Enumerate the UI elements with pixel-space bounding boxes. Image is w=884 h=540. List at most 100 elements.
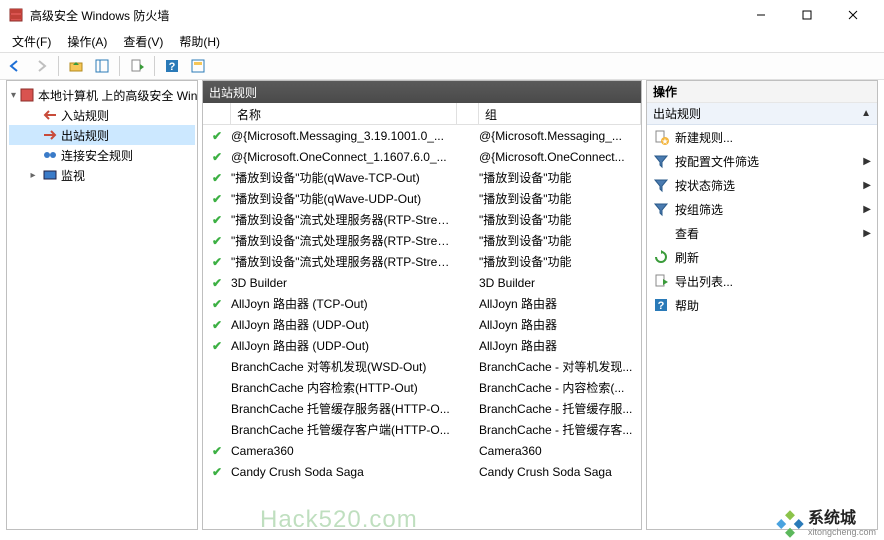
column-headers[interactable]: 名称 组 bbox=[203, 103, 641, 125]
action-filter-profile[interactable]: 按配置文件筛选 ▶ bbox=[647, 149, 877, 173]
rule-group: AllJoyn 路由器 bbox=[479, 337, 641, 354]
menu-view[interactable]: 查看(V) bbox=[115, 31, 171, 52]
enabled-icon: ✔ bbox=[203, 339, 231, 353]
menu-bar: 文件(F) 操作(A) 查看(V) 帮助(H) bbox=[0, 30, 884, 52]
enabled-icon: ✔ bbox=[203, 192, 231, 206]
enabled-icon: ✔ bbox=[203, 234, 231, 248]
chevron-right-icon: ▶ bbox=[863, 228, 871, 239]
action-view[interactable]: 查看 ▶ bbox=[647, 221, 877, 245]
firewall-icon bbox=[19, 87, 35, 103]
svg-text:★: ★ bbox=[661, 137, 668, 145]
rules-list[interactable]: ✔@{Microsoft.Messaging_3.19.1001.0_...@{… bbox=[203, 125, 641, 529]
filter-icon bbox=[653, 201, 669, 217]
rule-name: BranchCache 托管缓存客户端(HTTP-O... bbox=[231, 421, 457, 438]
action-refresh[interactable]: 刷新 bbox=[647, 245, 877, 269]
rule-row[interactable]: ✔"播放到设备"功能(qWave-UDP-Out)"播放到设备"功能 bbox=[203, 188, 641, 209]
rule-row[interactable]: ✔Candy Crush Soda SagaCandy Crush Soda S… bbox=[203, 461, 641, 482]
scope-tree[interactable]: ▾ 本地计算机 上的高级安全 Win 入站规则 出站规则 连接安全规则 ▸ 监视 bbox=[6, 80, 198, 530]
rule-name: "播放到设备"流式处理服务器(RTP-Strea... bbox=[231, 211, 457, 228]
export-button[interactable] bbox=[126, 55, 148, 77]
tree-outbound[interactable]: 出站规则 bbox=[9, 125, 195, 145]
rule-group: AllJoyn 路由器 bbox=[479, 295, 641, 312]
rule-row[interactable]: ✔AllJoyn 路由器 (UDP-Out) AllJoyn 路由器 bbox=[203, 335, 641, 356]
rule-name: "播放到设备"功能(qWave-TCP-Out) bbox=[231, 169, 457, 186]
forward-button[interactable] bbox=[30, 55, 52, 77]
rule-name: "播放到设备"流式处理服务器(RTP-Strea... bbox=[231, 232, 457, 249]
menu-action[interactable]: 操作(A) bbox=[59, 31, 115, 52]
rule-row[interactable]: BranchCache 托管缓存服务器(HTTP-O... BranchCache… bbox=[203, 398, 641, 419]
maximize-button[interactable] bbox=[784, 0, 830, 30]
rule-group: BranchCache - 内容检索(... bbox=[479, 379, 641, 396]
rule-row[interactable]: BranchCache 对等机发现(WSD-Out)BranchCache - … bbox=[203, 356, 641, 377]
show-tree-button[interactable] bbox=[91, 55, 113, 77]
help-icon: ? bbox=[653, 297, 669, 313]
properties-button[interactable] bbox=[187, 55, 209, 77]
action-new-rule[interactable]: ★ 新建规则... bbox=[647, 125, 877, 149]
rule-group: AllJoyn 路由器 bbox=[479, 316, 641, 333]
toolbar: ? bbox=[0, 52, 884, 80]
rule-group: @{Microsoft.OneConnect... bbox=[479, 150, 641, 164]
filter-icon bbox=[653, 177, 669, 193]
back-button[interactable] bbox=[4, 55, 26, 77]
rule-group: BranchCache - 对等机发现... bbox=[479, 358, 641, 375]
rules-panel: 出站规则 名称 组 ✔@{Microsoft.Messaging_3.19.10… bbox=[202, 80, 642, 530]
inbound-icon bbox=[42, 107, 58, 123]
rule-row[interactable]: ✔"播放到设备"流式处理服务器(RTP-Strea... "播放到设备"功能 bbox=[203, 230, 641, 251]
new-rule-icon: ★ bbox=[653, 129, 669, 145]
col-name[interactable]: 名称 bbox=[231, 103, 457, 124]
tree-root[interactable]: ▾ 本地计算机 上的高级安全 Win bbox=[9, 85, 195, 105]
action-filter-group[interactable]: 按组筛选 ▶ bbox=[647, 197, 877, 221]
rule-row[interactable]: ✔Camera360Camera360 bbox=[203, 440, 641, 461]
chevron-right-icon: ▶ bbox=[863, 180, 871, 191]
tree-connsec[interactable]: 连接安全规则 bbox=[9, 145, 195, 165]
enabled-icon: ✔ bbox=[203, 171, 231, 185]
chevron-right-icon: ▶ bbox=[863, 156, 871, 167]
title-bar: 高级安全 Windows 防火墙 bbox=[0, 0, 884, 30]
action-export[interactable]: 导出列表... bbox=[647, 269, 877, 293]
rule-name: BranchCache 内容检索(HTTP-Out) bbox=[231, 379, 457, 396]
rule-group: "播放到设备"功能 bbox=[479, 190, 641, 207]
folder-up-button[interactable] bbox=[65, 55, 87, 77]
help-button[interactable]: ? bbox=[161, 55, 183, 77]
enabled-icon: ✔ bbox=[203, 213, 231, 227]
tree-outbound-label: 出站规则 bbox=[61, 127, 109, 144]
rule-group: Candy Crush Soda Saga bbox=[479, 465, 641, 479]
rule-row[interactable]: ✔"播放到设备"流式处理服务器(RTP-Strea..."播放到设备"功能 bbox=[203, 251, 641, 272]
collapse-icon: ▲ bbox=[861, 108, 871, 119]
minimize-button[interactable] bbox=[738, 0, 784, 30]
menu-help[interactable]: 帮助(H) bbox=[171, 31, 228, 52]
rule-row[interactable]: ✔3D Builder3D Builder bbox=[203, 272, 641, 293]
rule-group: BranchCache - 托管缓存服... bbox=[479, 400, 641, 417]
actions-title: 操作 bbox=[647, 81, 877, 103]
rules-panel-title: 出站规则 bbox=[203, 81, 641, 103]
enabled-icon: ✔ bbox=[203, 465, 231, 479]
firewall-app-icon bbox=[8, 7, 24, 23]
rule-group: "播放到设备"功能 bbox=[479, 211, 641, 228]
rule-name: AllJoyn 路由器 (TCP-Out) bbox=[231, 295, 457, 312]
tree-connsec-label: 连接安全规则 bbox=[61, 147, 133, 164]
tree-monitor[interactable]: ▸ 监视 bbox=[9, 165, 195, 185]
rule-name: BranchCache 托管缓存服务器(HTTP-O... bbox=[231, 400, 457, 417]
rule-row[interactable]: BranchCache 托管缓存客户端(HTTP-O...BranchCache… bbox=[203, 419, 641, 440]
actions-subtitle[interactable]: 出站规则 ▲ bbox=[647, 103, 877, 125]
rule-row[interactable]: ✔"播放到设备"功能(qWave-TCP-Out)"播放到设备"功能 bbox=[203, 167, 641, 188]
svg-text:?: ? bbox=[658, 300, 665, 312]
tree-inbound[interactable]: 入站规则 bbox=[9, 105, 195, 125]
rule-row[interactable]: BranchCache 内容检索(HTTP-Out) BranchCache - … bbox=[203, 377, 641, 398]
rule-name: AllJoyn 路由器 (UDP-Out) bbox=[231, 337, 457, 354]
rule-row[interactable]: ✔"播放到设备"流式处理服务器(RTP-Strea... "播放到设备"功能 bbox=[203, 209, 641, 230]
action-filter-state[interactable]: 按状态筛选 ▶ bbox=[647, 173, 877, 197]
enabled-icon: ✔ bbox=[203, 255, 231, 269]
rule-row[interactable]: ✔AllJoyn 路由器 (UDP-Out)AllJoyn 路由器 bbox=[203, 314, 641, 335]
enabled-icon: ✔ bbox=[203, 444, 231, 458]
rule-group: Camera360 bbox=[479, 444, 641, 458]
col-group[interactable]: 组 bbox=[479, 103, 641, 124]
rule-row[interactable]: ✔@{Microsoft.OneConnect_1.1607.6.0_...@{… bbox=[203, 146, 641, 167]
rule-row[interactable]: ✔@{Microsoft.Messaging_3.19.1001.0_...@{… bbox=[203, 125, 641, 146]
menu-file[interactable]: 文件(F) bbox=[4, 31, 59, 52]
close-button[interactable] bbox=[830, 0, 876, 30]
enabled-icon: ✔ bbox=[203, 276, 231, 290]
rule-row[interactable]: ✔AllJoyn 路由器 (TCP-Out)AllJoyn 路由器 bbox=[203, 293, 641, 314]
rule-group: "播放到设备"功能 bbox=[479, 232, 641, 249]
action-help[interactable]: ? 帮助 bbox=[647, 293, 877, 317]
